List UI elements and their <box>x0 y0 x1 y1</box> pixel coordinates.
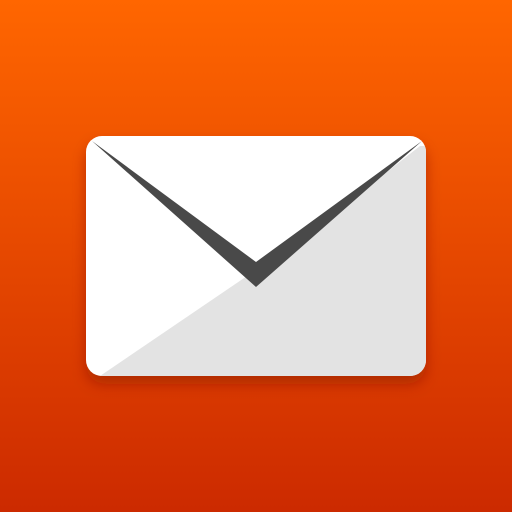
app-icon[interactable] <box>0 0 512 512</box>
envelope-icon <box>86 136 426 376</box>
envelope-icon-graphic <box>0 0 512 512</box>
